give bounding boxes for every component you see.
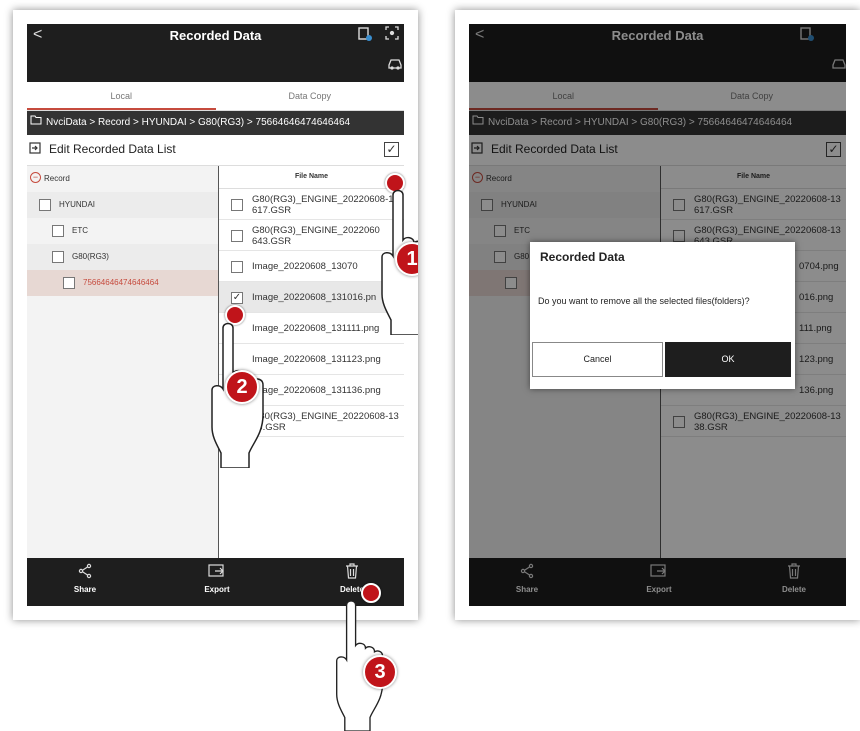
file-name: Image_20220608_13070: [252, 261, 358, 272]
record-file-icon[interactable]: [357, 26, 373, 45]
trash-icon: [322, 563, 382, 583]
file-checkbox[interactable]: [231, 230, 243, 242]
file-name: Image_20220608_131123.png: [252, 354, 381, 365]
tree-item-hyundai[interactable]: HYUNDAI: [27, 192, 218, 218]
file-name: G80(RG3)_ENGINE_2022060 643.GSR: [252, 225, 380, 247]
file-name: G80(RG3)_ENGINE_20220608-13 38.GSR: [252, 411, 399, 433]
file-list-header: File Name: [219, 166, 404, 189]
select-all-checkbox[interactable]: ✓: [384, 142, 399, 157]
file-row[interactable]: Image_20220608_13070: [219, 251, 404, 282]
tab-data-copy[interactable]: Data Copy: [216, 82, 405, 110]
breadcrumb-path: NvciData > Record > HYUNDAI > G80(RG3) >…: [46, 117, 351, 128]
tree-checkbox[interactable]: [39, 199, 51, 211]
tree-item-record-id[interactable]: 75664646474646464: [27, 270, 218, 296]
share-button[interactable]: Share: [55, 563, 115, 594]
file-row[interactable]: G80(RG3)_ENGINE_20220608-13 617.GSR: [219, 189, 404, 220]
file-checkbox[interactable]: [231, 261, 243, 273]
edit-list-label: Edit Recorded Data List: [49, 142, 176, 156]
app-screen: < Recorded Data Local Data Copy NvciData…: [27, 24, 404, 606]
tree-item-record[interactable]: − Record: [27, 166, 218, 192]
tree-item-g80[interactable]: G80(RG3): [27, 244, 218, 270]
app-screen: < Recorded Data Local Data Copy NvciData…: [469, 24, 846, 606]
share-label: Share: [73, 585, 97, 594]
share-icon: [55, 563, 115, 583]
file-checkbox-checked[interactable]: ✓: [231, 292, 243, 304]
folder-tree: − Record HYUNDAI ETC G80(RG3) 7566464647…: [27, 166, 219, 558]
file-name: G80(RG3)_ENGINE_20220608-13 617.GSR: [252, 194, 399, 216]
file-row-selected[interactable]: ✓ Image_20220608_131016.pn: [219, 282, 404, 313]
edit-list-icon: [29, 142, 41, 157]
breadcrumb: NvciData > Record > HYUNDAI > G80(RG3) >…: [27, 111, 404, 135]
ok-button[interactable]: OK: [665, 342, 791, 377]
tree-item-label: ETC: [72, 226, 88, 235]
file-name: Image_20220608_131111.png: [252, 323, 380, 334]
step-badge-3: 3: [363, 655, 397, 689]
tab-local[interactable]: Local: [27, 82, 216, 110]
tree-item-label: HYUNDAI: [59, 200, 96, 209]
dialog-message: Do you want to remove all the selected f…: [538, 296, 750, 306]
file-checkbox[interactable]: [231, 199, 243, 211]
folder-icon: [30, 111, 42, 135]
cancel-button[interactable]: Cancel: [532, 342, 663, 377]
tree-item-label: Record: [44, 174, 70, 183]
dialog-title: Recorded Data: [540, 250, 625, 264]
screenshot-panel-step-1: < Recorded Data Local Data Copy NvciData…: [13, 10, 418, 620]
page-title: Recorded Data: [169, 28, 262, 43]
file-name: Image_20220608_131016.pn: [252, 292, 377, 303]
app-bar: < Recorded Data: [27, 24, 404, 82]
fullscreen-icon[interactable]: [385, 26, 399, 43]
tree-checkbox[interactable]: [52, 225, 64, 237]
step-badge-2: 2: [225, 370, 259, 404]
confirm-dialog: Recorded Data Do you want to remove all …: [530, 242, 795, 389]
tree-item-label: G80(RG3): [72, 252, 109, 261]
tab-bar: Local Data Copy: [27, 82, 404, 111]
file-name: Image_20220608_131136.png: [252, 385, 381, 396]
tree-item-label: 75664646474646464: [83, 278, 159, 287]
export-label: Export: [204, 585, 230, 594]
screenshot-panel-step-2: < Recorded Data Local Data Copy NvciData…: [455, 10, 860, 620]
edit-bar: Edit Recorded Data List ✓: [27, 135, 404, 166]
tree-checkbox[interactable]: [63, 277, 75, 289]
export-button[interactable]: Export: [187, 563, 247, 594]
collapse-icon[interactable]: −: [30, 172, 41, 183]
export-icon: [187, 563, 247, 583]
tree-checkbox[interactable]: [52, 251, 64, 263]
file-row[interactable]: G80(RG3)_ENGINE_2022060 643.GSR: [219, 220, 404, 251]
vehicle-icon[interactable]: [387, 56, 403, 73]
tree-item-etc[interactable]: ETC: [27, 218, 218, 244]
